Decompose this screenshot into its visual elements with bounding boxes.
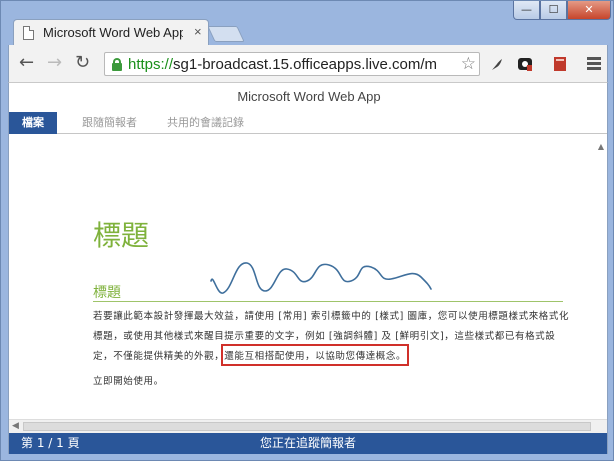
new-tab-button[interactable] <box>207 26 245 42</box>
extension-pdf-icon[interactable] <box>552 56 568 72</box>
ribbon-tabs: 檔案 跟隨簡報者 共用的會議記錄 <box>9 112 607 134</box>
close-window-button[interactable]: ✕ <box>567 1 611 20</box>
bookmark-star-icon[interactable]: ☆ <box>461 54 476 74</box>
heading-divider <box>93 301 563 302</box>
extension-screenshot-icon[interactable] <box>517 56 533 72</box>
maximize-button[interactable]: ☐ <box>540 1 567 20</box>
tab-strip: Microsoft Word Web App × — ☐ ✕ <box>1 1 614 45</box>
follow-status: 您正在追蹤簡報者 <box>259 436 356 450</box>
browser-menu-icon[interactable] <box>587 57 601 72</box>
section-heading: 標題 <box>93 285 121 301</box>
document-title: 標題 <box>93 219 150 252</box>
browser-toolbar: ← → ↻ https://sg1-broadcast.15.officeapp… <box>8 45 608 82</box>
document-canvas: ▲ 標題 標題 若要讓此範本設計發揮最大效益，請使用 [常用] 索引標籤中的 [… <box>9 134 607 419</box>
red-highlight-box <box>221 344 409 366</box>
minimize-button[interactable]: — <box>513 1 540 20</box>
tab-file[interactable]: 檔案 <box>9 112 57 134</box>
reload-icon[interactable]: ↻ <box>75 53 90 73</box>
web-page: Microsoft Word Web App 檔案 跟隨簡報者 共用的會議記錄 … <box>8 82 608 454</box>
back-icon[interactable]: ← <box>19 53 34 73</box>
window-controls: — ☐ ✕ <box>513 1 611 21</box>
horizontal-scrollbar[interactable]: ◀ <box>9 419 607 433</box>
scrollbar-thumb[interactable] <box>23 422 591 431</box>
lock-icon <box>112 58 122 71</box>
extension-feather-icon[interactable] <box>489 56 505 72</box>
tab-follow-presenter[interactable]: 跟隨簡報者 <box>82 112 137 134</box>
url-text[interactable]: https://sg1-broadcast.15.officeapps.live… <box>128 56 458 73</box>
address-bar[interactable]: https://sg1-broadcast.15.officeapps.live… <box>104 52 480 76</box>
forward-icon[interactable]: → <box>47 53 62 73</box>
scroll-left-arrow-icon[interactable]: ◀ <box>12 421 19 431</box>
scroll-up-arrow-icon[interactable]: ▲ <box>598 142 604 151</box>
paragraph-line: 若要讓此範本設計發揮最大效益，請使用 [常用] 索引標籤中的 [樣式] 圖庫，您… <box>93 311 570 322</box>
tab-title: Microsoft Word Web App <box>43 25 183 40</box>
ink-annotation <box>210 262 432 294</box>
browser-tab[interactable]: Microsoft Word Web App × <box>13 19 209 45</box>
tab-close-icon[interactable]: × <box>194 24 202 39</box>
paragraph-line: 標題，或使用其他樣式來醒目提示重要的文字，例如 [強調斜體] 及 [鮮明引文]，… <box>93 331 556 342</box>
closing-line: 立即開始使用。 <box>93 376 164 387</box>
status-bar: 您正在追蹤簡報者 第 1 / 1 頁 <box>9 433 607 454</box>
document-icon <box>23 26 34 40</box>
tab-shared-notes[interactable]: 共用的會議記錄 <box>167 112 244 134</box>
app-title: Microsoft Word Web App <box>237 89 381 104</box>
page-indicator: 第 1 / 1 頁 <box>21 436 80 450</box>
browser-window: Microsoft Word Web App × — ☐ ✕ ← → ↻ htt… <box>0 0 614 461</box>
